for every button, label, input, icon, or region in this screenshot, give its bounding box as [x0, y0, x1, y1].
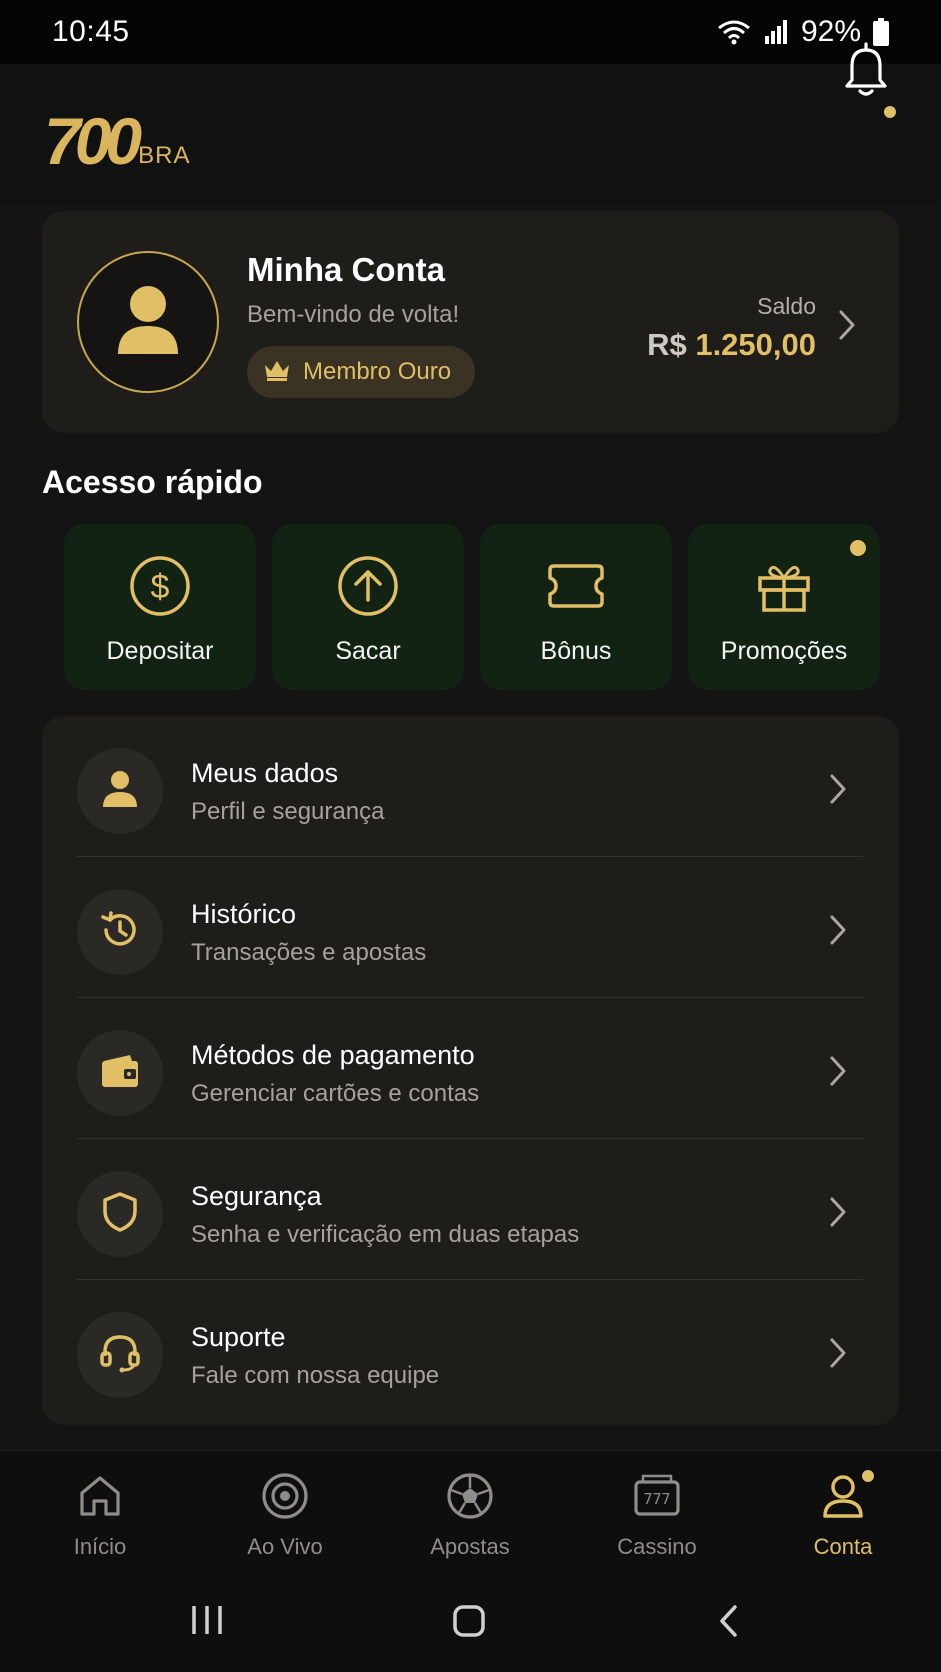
nav-label: Ao Vivo	[247, 1534, 323, 1559]
quick-access-row: $ Depositar Sacar Bônus Promoções	[64, 524, 880, 690]
svg-text:777: 777	[643, 1490, 670, 1508]
menu-title: Métodos de pagamento	[191, 1040, 475, 1070]
back-icon[interactable]	[716, 1604, 742, 1643]
menu-title: Suporte	[191, 1322, 286, 1352]
menu-subtitle: Fale com nossa equipe	[191, 1362, 440, 1389]
bottom-nav: Início Ao Vivo Apostas 777 Cassino Conta	[0, 1450, 941, 1568]
signal-icon	[763, 19, 789, 45]
menu-icon-circle	[77, 1030, 163, 1116]
home-icon	[77, 1473, 123, 1524]
gift-icon	[752, 554, 816, 623]
ticket-icon	[544, 554, 608, 623]
account-title: Minha Conta	[247, 251, 445, 288]
logo-sub: BRA	[138, 142, 191, 169]
headset-icon	[99, 1332, 141, 1379]
menu-item-suporte[interactable]: Suporte Fale com nossa equipe	[42, 1280, 899, 1421]
menu-icon-circle	[77, 1312, 163, 1398]
nav-apostas[interactable]: Apostas	[400, 1451, 540, 1569]
app-header: 700 BRA	[0, 64, 941, 204]
arrow-up-circle-icon	[336, 554, 400, 623]
quick-bonus-button[interactable]: Bônus	[480, 524, 672, 690]
wallet-icon	[100, 1053, 140, 1094]
quick-depositar-button[interactable]: $ Depositar	[64, 524, 256, 690]
quick-promocoes-button[interactable]: Promoções	[688, 524, 880, 690]
menu-subtitle: Perfil e segurança	[191, 798, 385, 825]
balance-value: R$ 1.250,00	[647, 327, 816, 363]
chevron-right-icon	[827, 913, 849, 952]
menu-subtitle: Gerenciar cartões e contas	[191, 1080, 480, 1107]
quick-sacar-button[interactable]: Sacar	[272, 524, 464, 690]
menu-title: Segurança	[191, 1181, 322, 1211]
menu-title: Histórico	[191, 899, 297, 929]
member-badge-label: Membro Ouro	[303, 358, 452, 385]
promo-badge-dot	[850, 540, 866, 556]
member-badge: Membro Ouro	[247, 346, 475, 398]
wifi-icon	[717, 18, 751, 46]
quick-label-depositar: Depositar	[106, 637, 214, 665]
account-subtitle: Bem-vindo de volta!	[247, 301, 460, 328]
live-icon	[262, 1473, 308, 1524]
menu-item-seguranca[interactable]: Segurança Senha e verificação em duas et…	[42, 1139, 899, 1280]
balance-currency: R$	[647, 327, 687, 362]
nav-cassino[interactable]: 777 Cassino	[587, 1451, 727, 1569]
slot-machine-icon: 777	[633, 1473, 681, 1524]
notification-bell-icon[interactable]	[838, 40, 894, 100]
quick-label-sacar: Sacar	[335, 637, 401, 665]
chevron-right-icon	[827, 1054, 849, 1093]
chevron-right-icon	[827, 1195, 849, 1234]
chevron-right-icon[interactable]	[836, 308, 858, 347]
nav-ao-vivo[interactable]: Ao Vivo	[215, 1451, 355, 1569]
notification-dot	[884, 106, 896, 118]
menu-subtitle: Senha e verificação em duas etapas	[191, 1221, 580, 1248]
menu-item-historico[interactable]: Histórico Transações e apostas	[42, 857, 899, 998]
balance-label: Saldo	[757, 293, 816, 319]
balance-amount: 1.250,00	[695, 327, 816, 362]
user-icon	[102, 770, 138, 813]
account-card[interactable]: Minha Conta Bem-vindo de volta! Membro O…	[42, 211, 899, 433]
nav-inicio[interactable]: Início	[30, 1451, 170, 1569]
status-time: 10:45	[52, 15, 130, 48]
shield-icon	[101, 1191, 139, 1238]
menu-subtitle: Transações e apostas	[191, 939, 427, 966]
nav-label: Conta	[813, 1534, 873, 1559]
nav-label: Apostas	[430, 1534, 510, 1559]
chevron-right-icon	[827, 1336, 849, 1375]
system-nav-bar	[0, 1568, 941, 1672]
menu-icon-circle	[77, 889, 163, 975]
status-bar: 10:45 92%	[0, 0, 941, 64]
soccer-ball-icon	[447, 1473, 493, 1524]
avatar[interactable]	[77, 251, 219, 393]
menu-icon-circle	[77, 748, 163, 834]
menu-item-metodos-pagamento[interactable]: Métodos de pagamento Gerenciar cartões e…	[42, 998, 899, 1139]
nav-label: Cassino	[617, 1534, 697, 1559]
recent-apps-icon[interactable]	[190, 1604, 224, 1641]
svg-text:$: $	[151, 568, 170, 606]
home-button-icon[interactable]	[452, 1604, 486, 1643]
menu-icon-circle	[77, 1171, 163, 1257]
nav-conta[interactable]: Conta	[773, 1451, 913, 1569]
nav-label: Início	[73, 1534, 127, 1559]
quick-label-bonus: Bônus	[540, 637, 612, 665]
dollar-circle-icon: $	[128, 554, 192, 623]
account-badge-dot	[862, 1470, 874, 1482]
app-logo[interactable]: 700 BRA	[44, 104, 190, 174]
menu-item-meus-dados[interactable]: Meus dados Perfil e segurança	[42, 716, 899, 857]
quick-label-promocoes: Promoções	[720, 637, 848, 665]
history-icon	[98, 908, 142, 957]
account-menu: Meus dados Perfil e segurança Histórico …	[42, 716, 899, 1425]
chevron-right-icon	[827, 772, 849, 811]
account-icon	[820, 1473, 866, 1524]
user-avatar-icon	[116, 284, 180, 361]
crown-icon	[263, 359, 291, 386]
quick-access-title: Acesso rápido	[42, 464, 263, 500]
menu-title: Meus dados	[191, 758, 339, 788]
logo-main: 700	[44, 104, 142, 178]
